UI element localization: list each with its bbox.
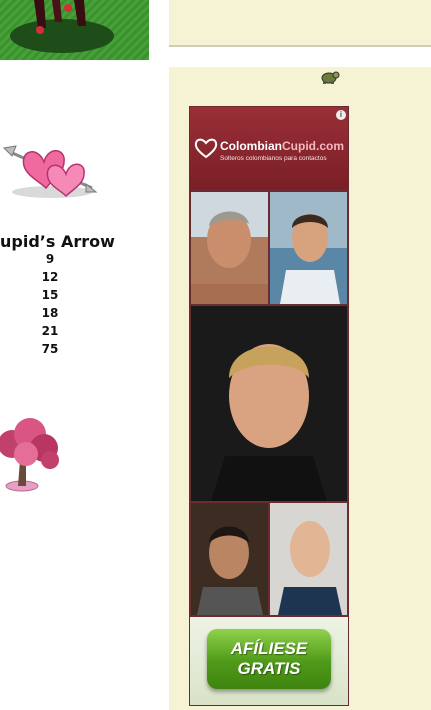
item-value: 15 <box>41 288 59 302</box>
item-value: 12 <box>41 270 59 284</box>
ad-header[interactable]: i ColombianCupid.com Solteros colombiano… <box>190 107 348 189</box>
profile-photo[interactable] <box>270 192 347 304</box>
ad-cta-area: AFÍLIESE GRATIS <box>190 617 348 705</box>
brand-part-2: Cupid.com <box>282 139 344 153</box>
item-value: 18 <box>41 306 59 320</box>
turtle-icon <box>318 68 340 86</box>
join-free-button[interactable]: AFÍLIESE GRATIS <box>207 629 331 689</box>
cupids-arrow-hearts-icon <box>0 132 100 202</box>
ad-tagline: Solteros colombianos para contactos <box>220 155 327 162</box>
item-value: 9 <box>45 252 55 266</box>
profile-photo[interactable] <box>191 503 268 615</box>
cta-line-1: AFÍLIESE <box>230 639 308 658</box>
profile-photo[interactable] <box>270 503 347 615</box>
ad-info-icon[interactable]: i <box>336 110 346 120</box>
heart-logo-icon <box>194 138 218 159</box>
item-value: 75 <box>41 342 59 356</box>
ad-brand-logo[interactable]: ColombianCupid.com <box>220 139 344 153</box>
profile-photo[interactable] <box>191 306 347 501</box>
sidebar-top-panel <box>169 0 431 47</box>
item-value: 21 <box>41 324 59 338</box>
profile-photo[interactable] <box>191 192 268 304</box>
item-title: upid’s Arrow <box>0 232 115 251</box>
pink-tree-icon <box>0 416 62 494</box>
brand-part-1: Colombian <box>220 139 282 153</box>
grass-tile-image <box>0 0 149 60</box>
colombiancupid-ad[interactable]: i ColombianCupid.com Solteros colombiano… <box>189 106 349 706</box>
cta-line-2: GRATIS <box>237 659 301 678</box>
